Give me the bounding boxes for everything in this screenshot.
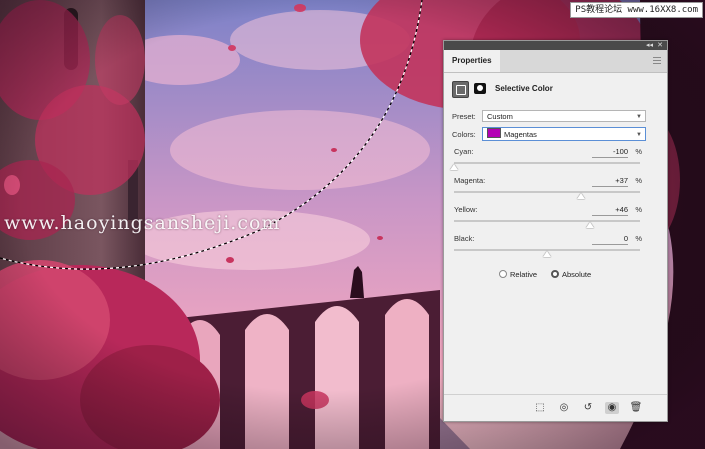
colors-dropdown[interactable]: Magentas ▼ bbox=[482, 127, 646, 141]
colors-value: Magentas bbox=[504, 130, 537, 139]
properties-panel: ◂◂ ✕ Properties Selective Color Preset: … bbox=[443, 40, 668, 422]
panel-titlebar[interactable]: ◂◂ ✕ bbox=[444, 41, 667, 50]
percent-sign: % bbox=[635, 205, 642, 214]
slider-thumb[interactable] bbox=[577, 193, 586, 199]
slider-track[interactable] bbox=[454, 191, 640, 193]
mode-radio-group: Relative Absolute bbox=[499, 269, 659, 281]
slider-cyan: Cyan: -100 % bbox=[450, 147, 644, 173]
preset-dropdown[interactable]: Custom ▼ bbox=[482, 110, 646, 122]
adjustment-layer-icon[interactable] bbox=[452, 81, 469, 98]
adjustment-header: Selective Color bbox=[452, 81, 657, 98]
reset-icon[interactable]: ↺ bbox=[581, 402, 595, 414]
slider-track[interactable] bbox=[454, 220, 640, 222]
slider-value-input[interactable]: -100 bbox=[592, 147, 628, 158]
slider-thumb[interactable] bbox=[585, 222, 594, 228]
radio-button[interactable] bbox=[499, 270, 507, 278]
radio-label: Absolute bbox=[562, 270, 592, 279]
color-swatch bbox=[487, 128, 501, 138]
slider-black: Black: 0 % bbox=[452, 234, 644, 260]
slider-label: Magenta: bbox=[454, 176, 486, 185]
slider-value-input[interactable]: 0 bbox=[592, 234, 628, 245]
radio-relative[interactable]: Relative bbox=[499, 269, 537, 281]
panel-bottom-bar: ⬚ ◎ ↺ ◉ 🗑 bbox=[444, 394, 667, 421]
clip-to-layer-icon[interactable]: ⬚ bbox=[533, 402, 547, 414]
adjustment-title: Selective Color bbox=[495, 84, 553, 93]
slider-label: Black: bbox=[454, 234, 475, 243]
percent-sign: % bbox=[635, 147, 642, 156]
toggle-visibility-icon[interactable]: ◉ bbox=[605, 402, 619, 414]
slider-yellow: Yellow: +46 % bbox=[452, 205, 644, 231]
slider-value-input[interactable]: +37 bbox=[592, 176, 628, 187]
colors-label: Colors: bbox=[452, 130, 476, 139]
panel-menu-icon[interactable] bbox=[653, 57, 661, 64]
slider-value-input[interactable]: +46 bbox=[592, 205, 628, 216]
view-previous-state-icon[interactable]: ◎ bbox=[557, 402, 571, 414]
chevron-down-icon: ▼ bbox=[636, 114, 642, 120]
layer-mask-icon[interactable] bbox=[474, 83, 486, 94]
slider-label: Yellow: bbox=[454, 205, 478, 214]
collapse-panel-icon[interactable]: ◂◂ bbox=[646, 41, 653, 50]
radio-absolute[interactable]: Absolute bbox=[551, 269, 591, 281]
slider-track[interactable] bbox=[454, 162, 640, 164]
slider-label: Cyan: bbox=[454, 147, 474, 156]
slider-thumb[interactable] bbox=[543, 251, 551, 257]
chevron-down-icon: ▼ bbox=[636, 132, 642, 138]
percent-sign: % bbox=[635, 234, 642, 243]
site-watermark: PS教程论坛 www.16XX8.com bbox=[570, 2, 703, 18]
preset-label: Preset: bbox=[452, 112, 476, 121]
radio-button-selected[interactable] bbox=[551, 270, 559, 278]
slider-magenta: Magenta: +37 % bbox=[452, 176, 644, 202]
slider-thumb[interactable] bbox=[450, 164, 458, 170]
trash-icon[interactable]: 🗑 bbox=[629, 402, 643, 414]
radio-label: Relative bbox=[510, 270, 538, 279]
percent-sign: % bbox=[635, 176, 642, 185]
preset-value: Custom bbox=[487, 112, 513, 121]
overlay-watermark: www.haoyingsansheji.com bbox=[4, 212, 281, 234]
close-panel-icon[interactable]: ✕ bbox=[657, 41, 663, 50]
tab-properties[interactable]: Properties bbox=[444, 50, 500, 72]
panel-tab-row: Properties bbox=[444, 50, 667, 73]
